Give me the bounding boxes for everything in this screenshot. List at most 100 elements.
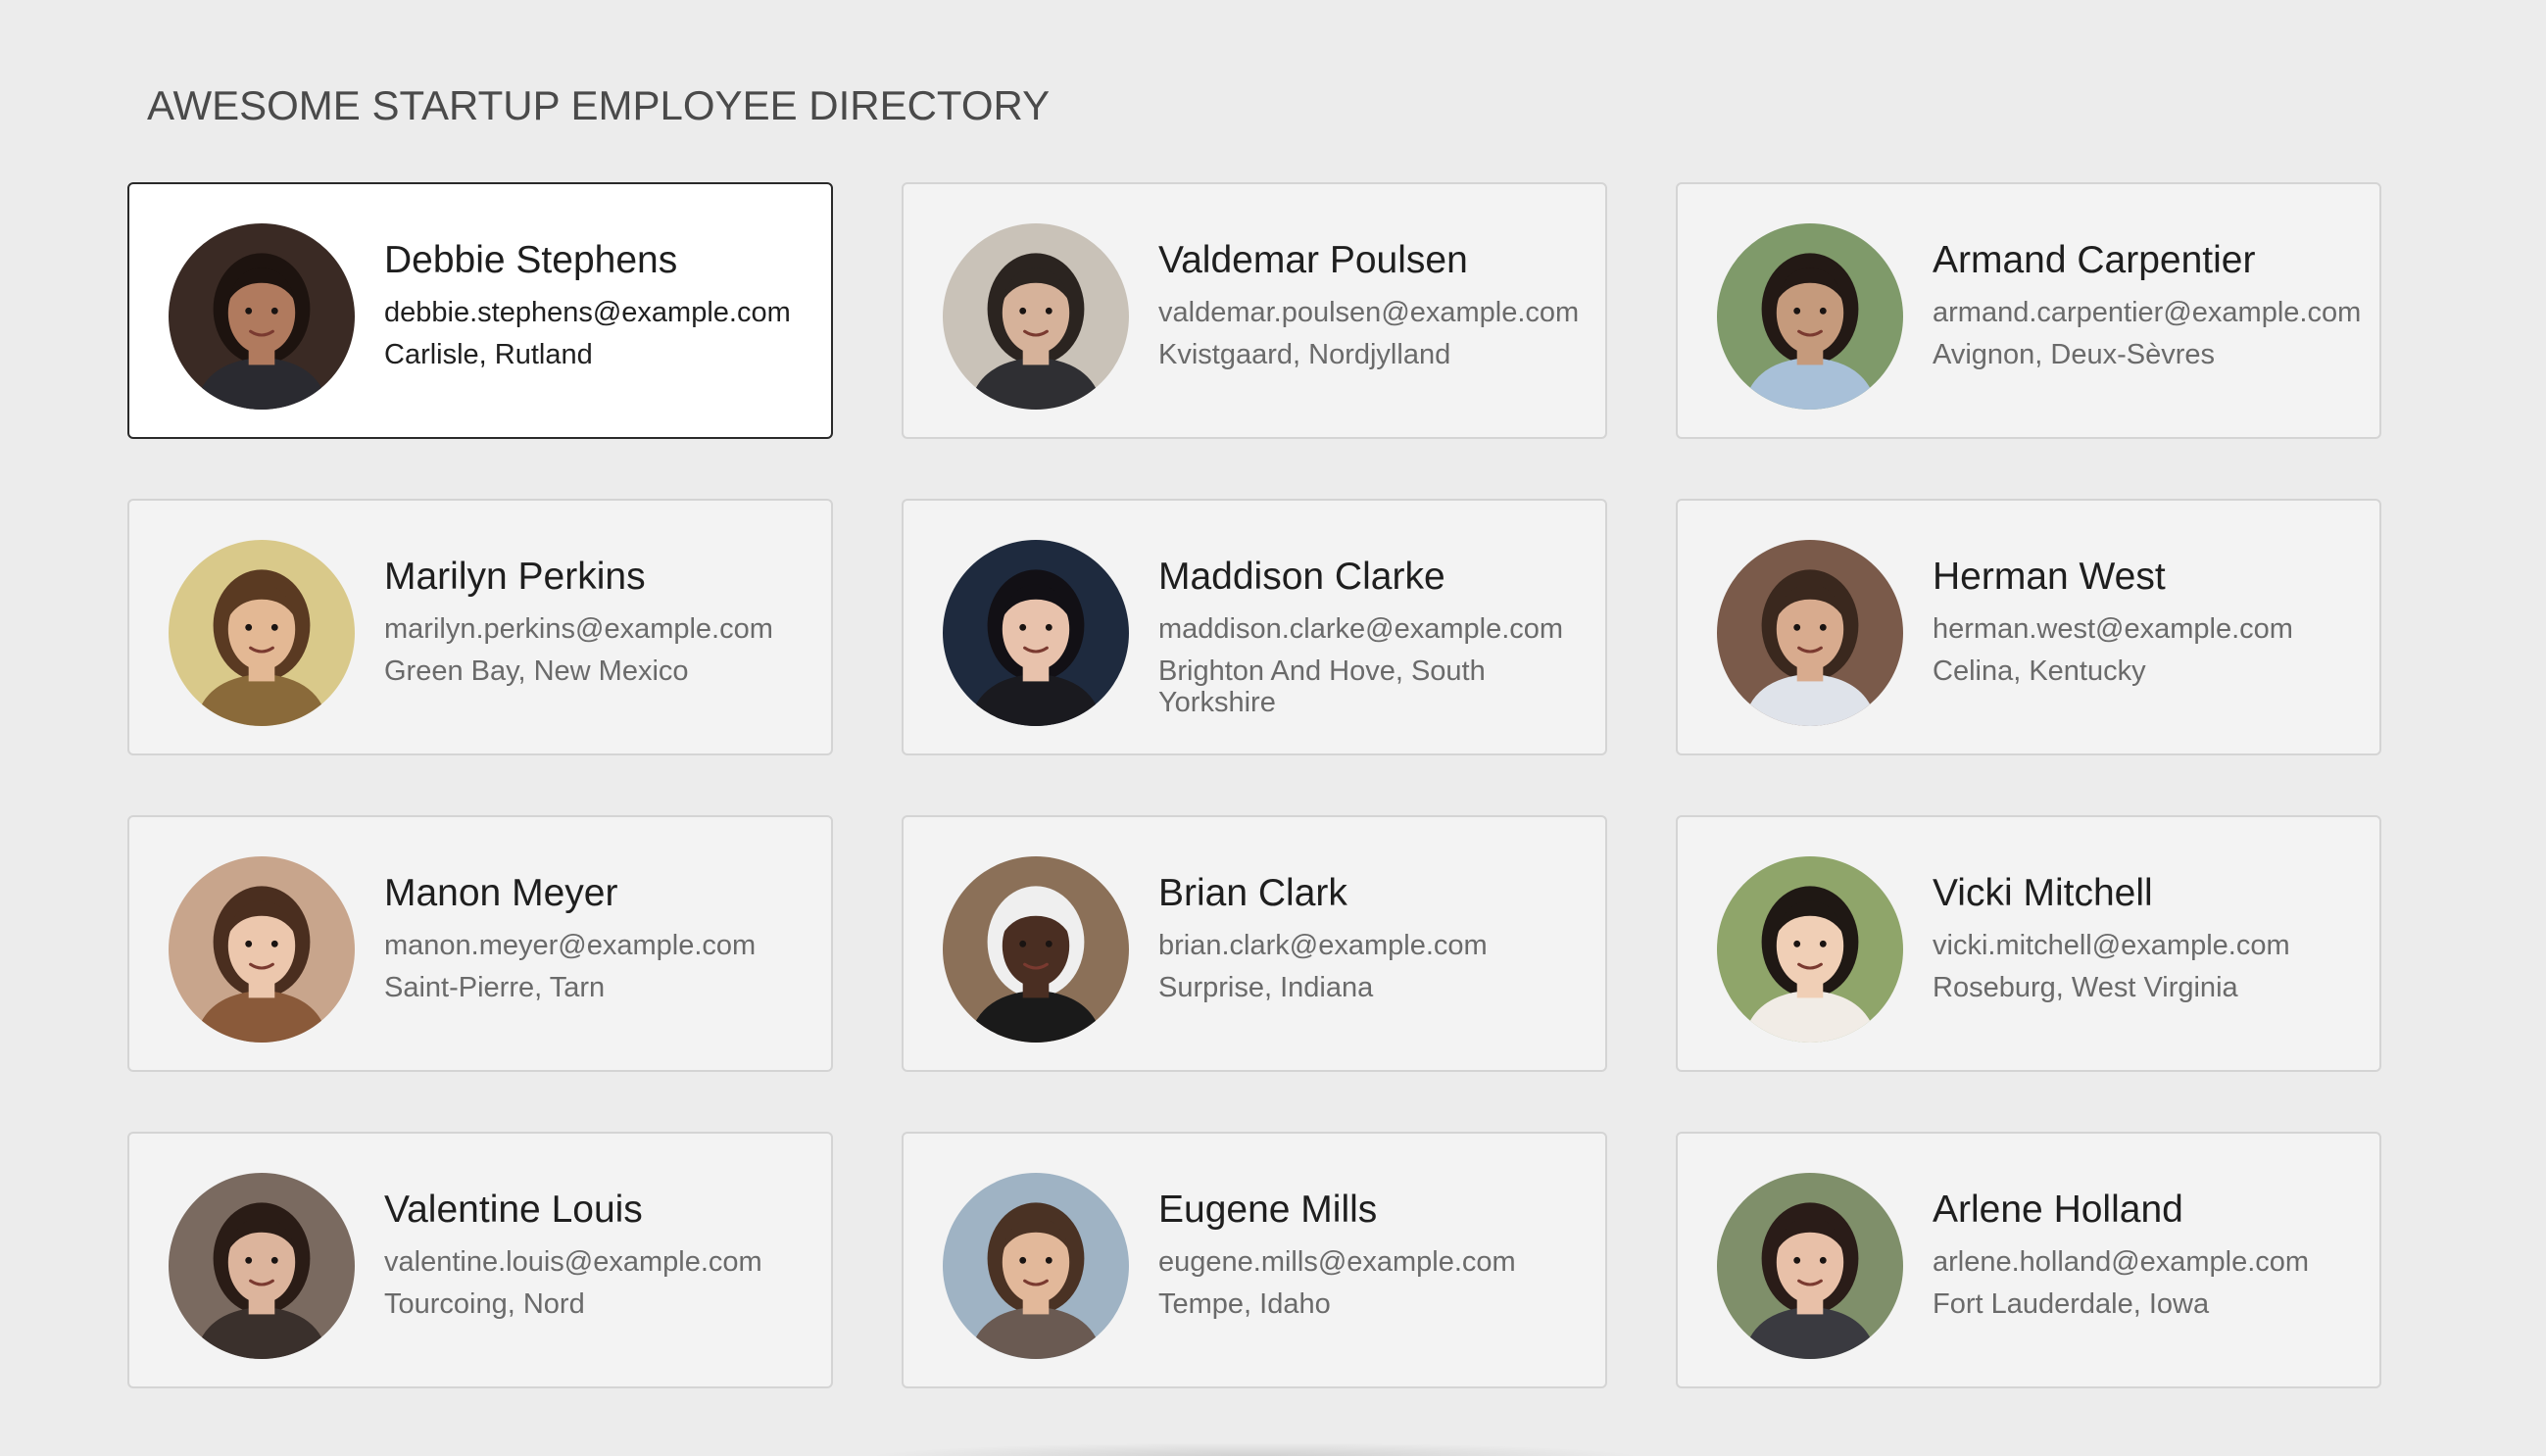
employee-card[interactable]: Armand Carpentier armand.carpentier@exam… [1676, 182, 2381, 439]
avatar-portrait [1717, 856, 1903, 1043]
employee-location: Carlisle, Rutland [384, 339, 593, 370]
avatar-eye [1045, 1256, 1053, 1264]
avatar-portrait [1717, 223, 1903, 410]
avatar-eye [245, 623, 253, 631]
employee-email: vicki.mitchell@example.com [1933, 930, 2290, 961]
employee-info: Manon Meyer manon.meyer@example.com Sain… [384, 868, 808, 1003]
avatar [169, 223, 355, 410]
employee-location: Saint-Pierre, Tarn [384, 972, 606, 1003]
avatar-eye [1019, 1256, 1027, 1264]
employee-location: Tempe, Idaho [1158, 1288, 1331, 1320]
avatar-eye [1793, 307, 1801, 315]
avatar-eye [1045, 940, 1053, 947]
employee-location: Roseburg, West Virginia [1933, 972, 2238, 1003]
avatar [169, 1173, 355, 1359]
avatar-eye [270, 307, 278, 315]
avatar-eye [1793, 940, 1801, 947]
employee-email: herman.west@example.com [1933, 613, 2293, 645]
employee-info: Debbie Stephens debbie.stephens@example.… [384, 235, 808, 370]
employee-grid: Debbie Stephens debbie.stephens@example.… [127, 182, 2381, 1388]
avatar-eye [245, 1256, 253, 1264]
avatar [169, 856, 355, 1043]
employee-name: Arlene Holland [1933, 1189, 2183, 1231]
employee-email: armand.carpentier@example.com [1933, 297, 2362, 328]
avatar-eye [1793, 1256, 1801, 1264]
avatar-portrait [943, 223, 1129, 410]
avatar-eye [1819, 940, 1827, 947]
employee-name: Valdemar Poulsen [1158, 239, 1468, 281]
employee-location: Celina, Kentucky [1933, 655, 2146, 687]
employee-card[interactable]: Manon Meyer manon.meyer@example.com Sain… [127, 815, 833, 1072]
avatar-eye [270, 1256, 278, 1264]
avatar [943, 223, 1129, 410]
avatar-eye [1045, 307, 1053, 315]
employee-info: Valdemar Poulsen valdemar.poulsen@exampl… [1158, 235, 1582, 370]
avatar-eye [1793, 623, 1801, 631]
employee-name: Marilyn Perkins [384, 556, 646, 598]
directory-page: AWESOME STARTUP EMPLOYEE DIRECTORY Debbi… [0, 0, 2546, 1456]
avatar-portrait [169, 1173, 355, 1359]
employee-info: Marilyn Perkins marilyn.perkins@example.… [384, 552, 808, 687]
employee-info: Herman West herman.west@example.com Celi… [1933, 552, 2356, 687]
employee-card[interactable]: Brian Clark brian.clark@example.com Surp… [902, 815, 1607, 1072]
employee-location: Avignon, Deux-Sèvres [1933, 339, 2216, 370]
employee-email: marilyn.perkins@example.com [384, 613, 773, 645]
avatar [1717, 1173, 1903, 1359]
avatar-eye [245, 307, 253, 315]
avatar-eye [1045, 623, 1053, 631]
employee-location: Kvistgaard, Nordjylland [1158, 339, 1451, 370]
avatar [943, 1173, 1129, 1359]
avatar-portrait [943, 1173, 1129, 1359]
employee-card[interactable]: Valentine Louis valentine.louis@example.… [127, 1132, 833, 1388]
avatar-eye [245, 940, 253, 947]
avatar-portrait [169, 223, 355, 410]
employee-name: Armand Carpentier [1933, 239, 2256, 281]
employee-card[interactable]: Maddison Clarke maddison.clarke@example.… [902, 499, 1607, 755]
employee-card[interactable]: Vicki Mitchell vicki.mitchell@example.co… [1676, 815, 2381, 1072]
employee-location: Green Bay, New Mexico [384, 655, 689, 687]
employee-info: Brian Clark brian.clark@example.com Surp… [1158, 868, 1582, 1003]
employee-name: Eugene Mills [1158, 1189, 1378, 1231]
employee-card[interactable]: Arlene Holland arlene.holland@example.co… [1676, 1132, 2381, 1388]
employee-name: Maddison Clarke [1158, 556, 1445, 598]
avatar-portrait [1717, 1173, 1903, 1359]
avatar-portrait [169, 540, 355, 726]
avatar [1717, 540, 1903, 726]
employee-email: valdemar.poulsen@example.com [1158, 297, 1580, 328]
avatar-eye [270, 623, 278, 631]
employee-name: Herman West [1933, 556, 2166, 598]
employee-info: Valentine Louis valentine.louis@example.… [384, 1185, 808, 1320]
avatar-portrait [1717, 540, 1903, 726]
employee-info: Armand Carpentier armand.carpentier@exam… [1933, 235, 2362, 370]
employee-card[interactable]: Debbie Stephens debbie.stephens@example.… [127, 182, 833, 439]
avatar-eye [1819, 307, 1827, 315]
employee-card[interactable]: Herman West herman.west@example.com Celi… [1676, 499, 2381, 755]
employee-name: Brian Clark [1158, 872, 1347, 914]
employee-name: Vicki Mitchell [1933, 872, 2153, 914]
employee-info: Vicki Mitchell vicki.mitchell@example.co… [1933, 868, 2356, 1003]
avatar-eye [1019, 940, 1027, 947]
employee-location: Surprise, Indiana [1158, 972, 1374, 1003]
employee-location: Brighton And Hove, South Yorkshire [1158, 655, 1486, 718]
employee-card[interactable]: Eugene Mills eugene.mills@example.com Te… [902, 1132, 1607, 1388]
employee-name: Valentine Louis [384, 1189, 643, 1231]
avatar-portrait [943, 540, 1129, 726]
employee-card[interactable]: Marilyn Perkins marilyn.perkins@example.… [127, 499, 833, 755]
employee-info: Arlene Holland arlene.holland@example.co… [1933, 1185, 2356, 1320]
avatar [1717, 856, 1903, 1043]
avatar [943, 540, 1129, 726]
avatar [943, 856, 1129, 1043]
employee-card[interactable]: Valdemar Poulsen valdemar.poulsen@exampl… [902, 182, 1607, 439]
employee-email: arlene.holland@example.com [1933, 1246, 2310, 1278]
avatar-eye [1819, 1256, 1827, 1264]
avatar [169, 540, 355, 726]
page-title: AWESOME STARTUP EMPLOYEE DIRECTORY [147, 82, 1051, 128]
employee-email: eugene.mills@example.com [1158, 1246, 1516, 1278]
employee-location: Tourcoing, Nord [384, 1288, 585, 1320]
avatar [1717, 223, 1903, 410]
employee-info: Eugene Mills eugene.mills@example.com Te… [1158, 1185, 1582, 1320]
employee-email: debbie.stephens@example.com [384, 297, 791, 328]
avatar-eye [270, 940, 278, 947]
avatar-eye [1019, 623, 1027, 631]
modal-shadow-hint [862, 1442, 1646, 1456]
